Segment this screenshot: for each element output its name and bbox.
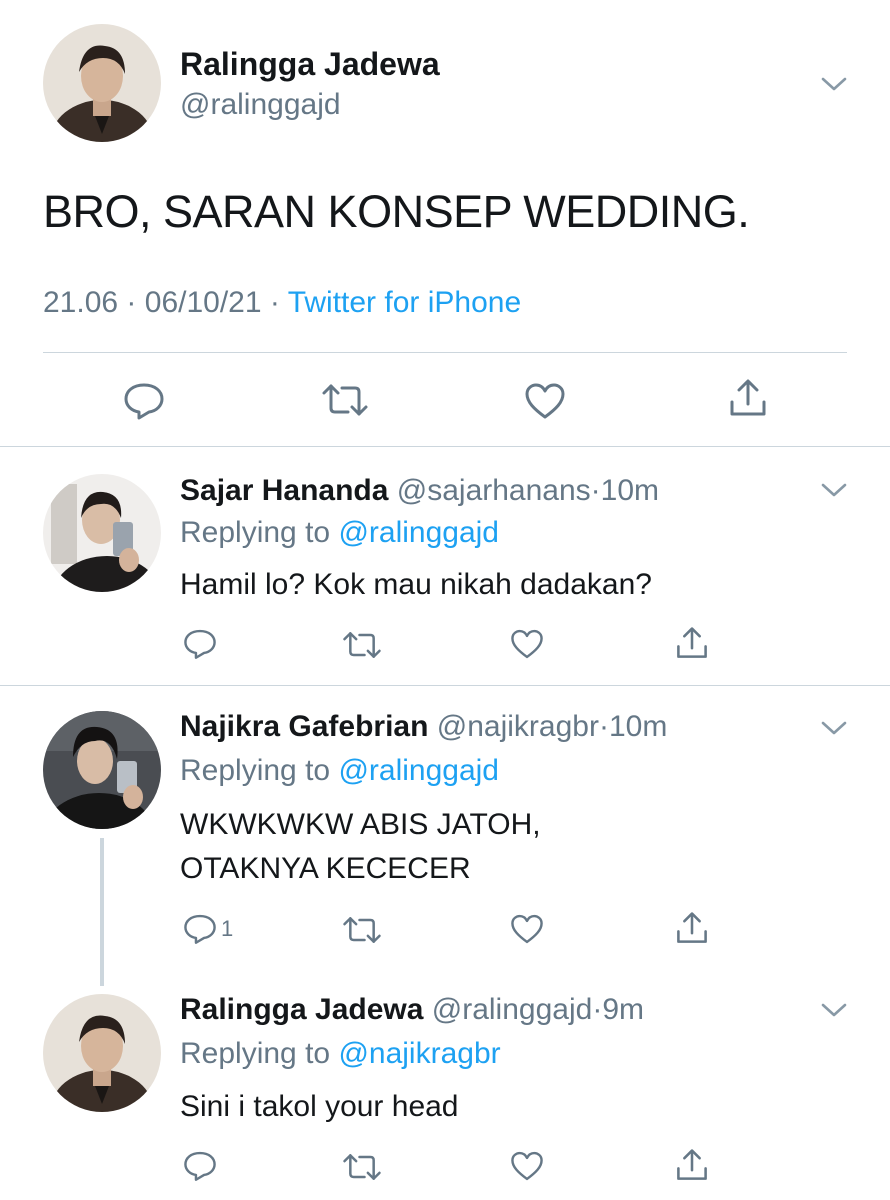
- retweet-button[interactable]: [342, 915, 382, 945]
- reply-age: 10m: [600, 474, 660, 507]
- retweet-icon: [343, 917, 381, 943]
- replying-prefix: Replying to: [180, 1037, 331, 1070]
- reply-count: 1: [221, 916, 234, 941]
- tweet-meta: 21.06 · 06/10/21 · Twitter for iPhone: [43, 286, 521, 320]
- divider: [43, 352, 847, 353]
- reply-icon: [124, 383, 164, 420]
- reply-button[interactable]: 1: [183, 913, 233, 945]
- share-button[interactable]: [728, 378, 768, 418]
- heart-icon: [511, 629, 543, 659]
- reply-icon: [184, 914, 216, 944]
- meta-separator: ·: [598, 710, 609, 743]
- meta-separator: ·: [126, 286, 137, 319]
- reply-header: Sajar Hananda @sajarhanans·10m: [180, 474, 659, 508]
- reply-button[interactable]: [183, 628, 221, 660]
- share-icon: [730, 379, 766, 416]
- author-handle[interactable]: @sajarhanans: [397, 474, 591, 507]
- tweet-source-link[interactable]: Twitter for iPhone: [288, 286, 521, 319]
- share-button[interactable]: [675, 911, 709, 945]
- replying-to-link[interactable]: @ralinggajd: [338, 754, 499, 787]
- tweet-time: 21.06: [43, 286, 119, 319]
- retweet-button[interactable]: [321, 382, 369, 418]
- chevron-down-icon[interactable]: [820, 74, 848, 94]
- replying-to: Replying to @ralinggajd: [180, 516, 499, 550]
- share-icon: [677, 912, 707, 943]
- chevron-down-icon[interactable]: [820, 480, 848, 500]
- chevron-down-icon[interactable]: [820, 718, 848, 738]
- reply-text-line: OTAKNYA KECECER: [180, 852, 471, 885]
- reply-button[interactable]: [183, 1150, 221, 1182]
- reply-text: Sini i takol your head: [180, 1090, 459, 1123]
- reply-button[interactable]: [123, 382, 165, 420]
- retweet-button[interactable]: [342, 630, 382, 660]
- heart-icon: [511, 914, 543, 944]
- heart-icon: [511, 1151, 543, 1181]
- meta-separator: ·: [592, 993, 603, 1026]
- author-name[interactable]: Najikra Gafebrian: [180, 710, 428, 743]
- replying-prefix: Replying to: [180, 516, 331, 549]
- replying-to-link[interactable]: @najikragbr: [338, 1037, 500, 1070]
- author-name[interactable]: Sajar Hananda: [180, 474, 388, 507]
- like-button[interactable]: [510, 628, 544, 660]
- author-name[interactable]: Ralingga Jadewa: [180, 993, 423, 1026]
- meta-separator: ·: [590, 474, 601, 507]
- reply-text-line: WKWKWKW ABIS JATOH,: [180, 808, 541, 841]
- thread-line: [100, 838, 104, 986]
- reply-icon: [184, 629, 216, 659]
- like-button[interactable]: [524, 382, 566, 420]
- reply-header: Ralingga Jadewa @ralinggajd·9m: [180, 993, 644, 1027]
- author-name[interactable]: Ralingga Jadewa: [180, 46, 440, 83]
- tweet-text: BRO, SARAN KONSEP WEDDING.: [43, 186, 750, 237]
- share-icon: [677, 627, 707, 658]
- reply-text: Hamil lo? Kok mau nikah dadakan?: [180, 568, 652, 601]
- meta-separator: ·: [269, 286, 280, 319]
- chevron-down-icon[interactable]: [820, 1000, 848, 1020]
- replying-to: Replying to @najikragbr: [180, 1037, 501, 1071]
- reply-icon: [184, 1151, 216, 1181]
- tweet-date: 06/10/21: [144, 286, 262, 319]
- retweet-icon: [322, 384, 368, 416]
- share-icon: [677, 1149, 707, 1180]
- like-button[interactable]: [510, 1150, 544, 1182]
- author-handle[interactable]: @najikragbr: [437, 710, 599, 743]
- reply-age: 9m: [602, 993, 644, 1026]
- like-button[interactable]: [510, 913, 544, 945]
- avatar[interactable]: [43, 994, 161, 1112]
- author-handle[interactable]: @ralinggajd: [180, 88, 341, 122]
- heart-icon: [525, 383, 565, 419]
- replying-to: Replying to @ralinggajd: [180, 754, 499, 788]
- share-button[interactable]: [675, 626, 709, 660]
- share-button[interactable]: [675, 1148, 709, 1182]
- avatar[interactable]: [43, 24, 161, 142]
- retweet-icon: [343, 1154, 381, 1180]
- replying-to-link[interactable]: @ralinggajd: [338, 516, 499, 549]
- reply-header: Najikra Gafebrian @najikragbr·10m: [180, 710, 667, 744]
- retweet-button[interactable]: [342, 1152, 382, 1182]
- divider: [0, 685, 890, 686]
- reply-age: 10m: [608, 710, 668, 743]
- retweet-icon: [343, 632, 381, 658]
- replying-prefix: Replying to: [180, 754, 331, 787]
- divider: [0, 446, 890, 447]
- author-handle[interactable]: @ralinggajd: [432, 993, 593, 1026]
- avatar[interactable]: [43, 711, 161, 829]
- avatar[interactable]: [43, 474, 161, 592]
